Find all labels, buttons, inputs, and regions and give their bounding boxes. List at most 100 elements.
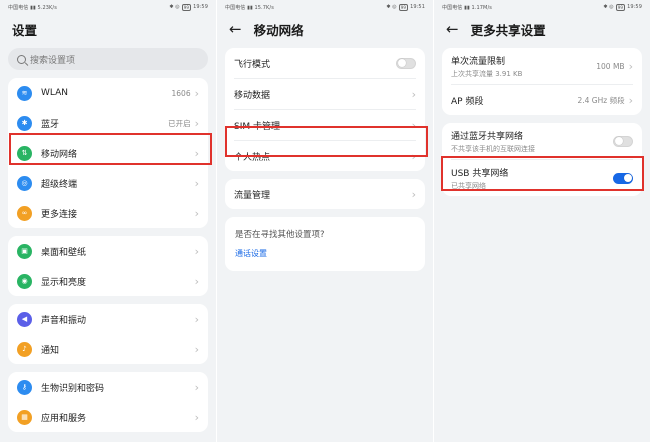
item-label: 桌面和壁纸 xyxy=(41,247,87,258)
item-subtitle: 不共享该手机的互联网连接 xyxy=(451,144,535,153)
data-usage-group: 流量管理 › xyxy=(225,179,425,209)
chevron-right-icon: › xyxy=(411,187,416,201)
settings-item-sound[interactable]: ◀ 声音和振动 › xyxy=(8,304,208,334)
search-placeholder: 搜索设置项 xyxy=(30,55,76,66)
more-sharing-screen: 中国电信 ▮▮ 1.17M/s ✱ ◎ 99 19:59 ← 更多共享设置 单次… xyxy=(434,0,650,442)
item-value: 已开启 xyxy=(168,118,191,128)
item-value: 1606 xyxy=(171,88,191,98)
settings-item-super-terminal[interactable]: ◎ 超级终端 › xyxy=(8,168,208,198)
search-icon xyxy=(17,54,26,64)
chevron-right-icon: › xyxy=(628,59,633,73)
settings-item-more-connections[interactable]: ∞ 更多连接 › xyxy=(8,198,208,228)
settings-item-bluetooth[interactable]: ✱ 蓝牙 已开启 › xyxy=(8,108,208,138)
settings-item-data-management[interactable]: 流量管理 › xyxy=(225,179,425,209)
chevron-right-icon: › xyxy=(194,176,199,190)
settings-item-biometrics[interactable]: ⚷ 生物识别和密码 › xyxy=(8,372,208,402)
item-label: 通过蓝牙共享网络 xyxy=(451,131,524,142)
chevron-right-icon: › xyxy=(194,380,199,394)
settings-item-display[interactable]: ◉ 显示和亮度 › xyxy=(8,266,208,296)
item-label: 通知 xyxy=(41,345,60,356)
chevron-right-icon: › xyxy=(411,87,416,101)
settings-item-bluetooth-tethering[interactable]: 通过蓝牙共享网络 不共享该手机的互联网连接 xyxy=(442,123,642,159)
clock-time: 19:59 xyxy=(627,4,642,10)
item-label: 显示和亮度 xyxy=(41,277,87,288)
item-label: 个人热点 xyxy=(234,152,271,163)
carrier-text: 中国电信 xyxy=(225,4,246,11)
airplane-mode-toggle[interactable] xyxy=(396,57,416,69)
settings-item-apps[interactable]: ▦ 应用和服务 › xyxy=(8,402,208,432)
link-icon: ∞ xyxy=(17,205,32,221)
item-subtitle: 已共享网络 xyxy=(451,181,486,190)
net-speed: 5.23K/s xyxy=(37,4,57,11)
chevron-right-icon: › xyxy=(194,342,199,356)
settings-item-personal-hotspot[interactable]: 个人热点 › xyxy=(225,141,425,171)
chevron-right-icon: › xyxy=(194,274,199,288)
battery-level: 99 xyxy=(181,3,192,11)
item-value: 100 MB xyxy=(596,61,625,71)
security-group: ⚷ 生物识别和密码 › ▦ 应用和服务 › xyxy=(8,372,208,432)
battery-level: 99 xyxy=(615,3,626,11)
item-label: 生物识别和密码 xyxy=(41,383,105,394)
wallpaper-icon: ▣ xyxy=(17,243,32,259)
page-title: 设置 xyxy=(12,22,38,38)
chevron-right-icon: › xyxy=(628,93,633,107)
settings-item-ap-band[interactable]: AP 频段 2.4 GHz 频段 › xyxy=(442,85,642,115)
back-arrow-icon[interactable]: ← xyxy=(446,21,459,37)
settings-item-airplane-mode[interactable]: 飞行模式 xyxy=(225,48,425,78)
mobile-network-group: 飞行模式 移动数据 › SIM 卡管理 › 个人热点 › xyxy=(225,48,425,171)
suggestion-card: 是否在寻找其他设置项? 通话设置 xyxy=(225,217,425,271)
suggestion-question: 是否在寻找其他设置项? xyxy=(235,230,325,240)
chevron-right-icon: › xyxy=(194,244,199,258)
page-header: ← 更多共享设置 xyxy=(434,14,650,44)
usb-tethering-toggle[interactable] xyxy=(613,172,633,184)
chevron-right-icon: › xyxy=(411,118,416,132)
super-terminal-icon: ◎ xyxy=(17,175,32,191)
item-label: 超级终端 xyxy=(41,179,78,190)
status-bar: 中国电信 ▮▮ 15.7K/s ✱ ◎ 99 19:51 xyxy=(225,3,425,11)
status-bar: 中国电信 ▮▮ 1.17M/s ✱ ◎ 99 19:59 xyxy=(442,3,642,11)
settings-item-sim-management[interactable]: SIM 卡管理 › xyxy=(225,110,425,140)
item-label: 单次流量限制 xyxy=(451,56,506,67)
item-label: 更多连接 xyxy=(41,209,78,220)
settings-item-data-limit[interactable]: 单次流量限制 上次共享流量 3.91 KB 100 MB › xyxy=(442,48,642,84)
item-label: 流量管理 xyxy=(234,190,271,201)
chevron-right-icon: › xyxy=(194,86,199,100)
chevron-right-icon: › xyxy=(194,206,199,220)
back-arrow-icon[interactable]: ← xyxy=(229,21,242,37)
clock-time: 19:59 xyxy=(193,4,208,10)
tethering-group: 通过蓝牙共享网络 不共享该手机的互联网连接 USB 共享网络 已共享网络 xyxy=(442,123,642,196)
item-value: 2.4 GHz 频段 xyxy=(577,95,625,105)
settings-item-notifications[interactable]: ♪ 通知 › xyxy=(8,334,208,364)
bluetooth-tethering-toggle[interactable] xyxy=(613,135,633,147)
net-speed: 1.17M/s xyxy=(471,4,492,11)
net-speed: 15.7K/s xyxy=(254,4,274,11)
apps-icon: ▦ xyxy=(17,409,32,425)
item-label: 声音和振动 xyxy=(41,315,87,326)
key-icon: ⚷ xyxy=(17,379,32,395)
settings-item-usb-tethering[interactable]: USB 共享网络 已共享网络 xyxy=(442,160,642,196)
settings-item-wlan[interactable]: ≋ WLAN 1606 › xyxy=(8,78,208,108)
battery-level: 99 xyxy=(398,3,409,11)
chevron-right-icon: › xyxy=(194,312,199,326)
wifi-icon: ≋ xyxy=(17,85,32,101)
bluetooth-icon: ✱ xyxy=(17,115,32,131)
search-input[interactable]: 搜索设置项 xyxy=(8,48,208,70)
carrier-text: 中国电信 xyxy=(8,4,29,11)
display-group: ▣ 桌面和壁纸 › ◉ 显示和亮度 › xyxy=(8,236,208,296)
page-title: 更多共享设置 xyxy=(470,22,546,38)
item-label: 移动网络 xyxy=(41,149,78,160)
chevron-right-icon: › xyxy=(194,146,199,160)
settings-item-wallpaper[interactable]: ▣ 桌面和壁纸 › xyxy=(8,236,208,266)
signal-icon: ⇅ xyxy=(17,145,32,161)
page-header: ← 移动网络 xyxy=(217,14,433,44)
settings-item-mobile-network[interactable]: ⇅ 移动网络 › xyxy=(8,138,208,168)
item-label: USB 共享网络 xyxy=(451,168,509,179)
item-label: 移动数据 xyxy=(234,90,271,101)
item-label: SIM 卡管理 xyxy=(234,121,280,132)
mobile-network-screen: 中国电信 ▮▮ 15.7K/s ✱ ◎ 99 19:51 ← 移动网络 飞行模式… xyxy=(217,0,433,442)
item-label: 蓝牙 xyxy=(41,119,60,130)
sound-group: ◀ 声音和振动 › ♪ 通知 › xyxy=(8,304,208,364)
chevron-right-icon: › xyxy=(411,149,416,163)
call-settings-link[interactable]: 通话设置 xyxy=(235,248,267,259)
settings-item-mobile-data[interactable]: 移动数据 › xyxy=(225,79,425,109)
